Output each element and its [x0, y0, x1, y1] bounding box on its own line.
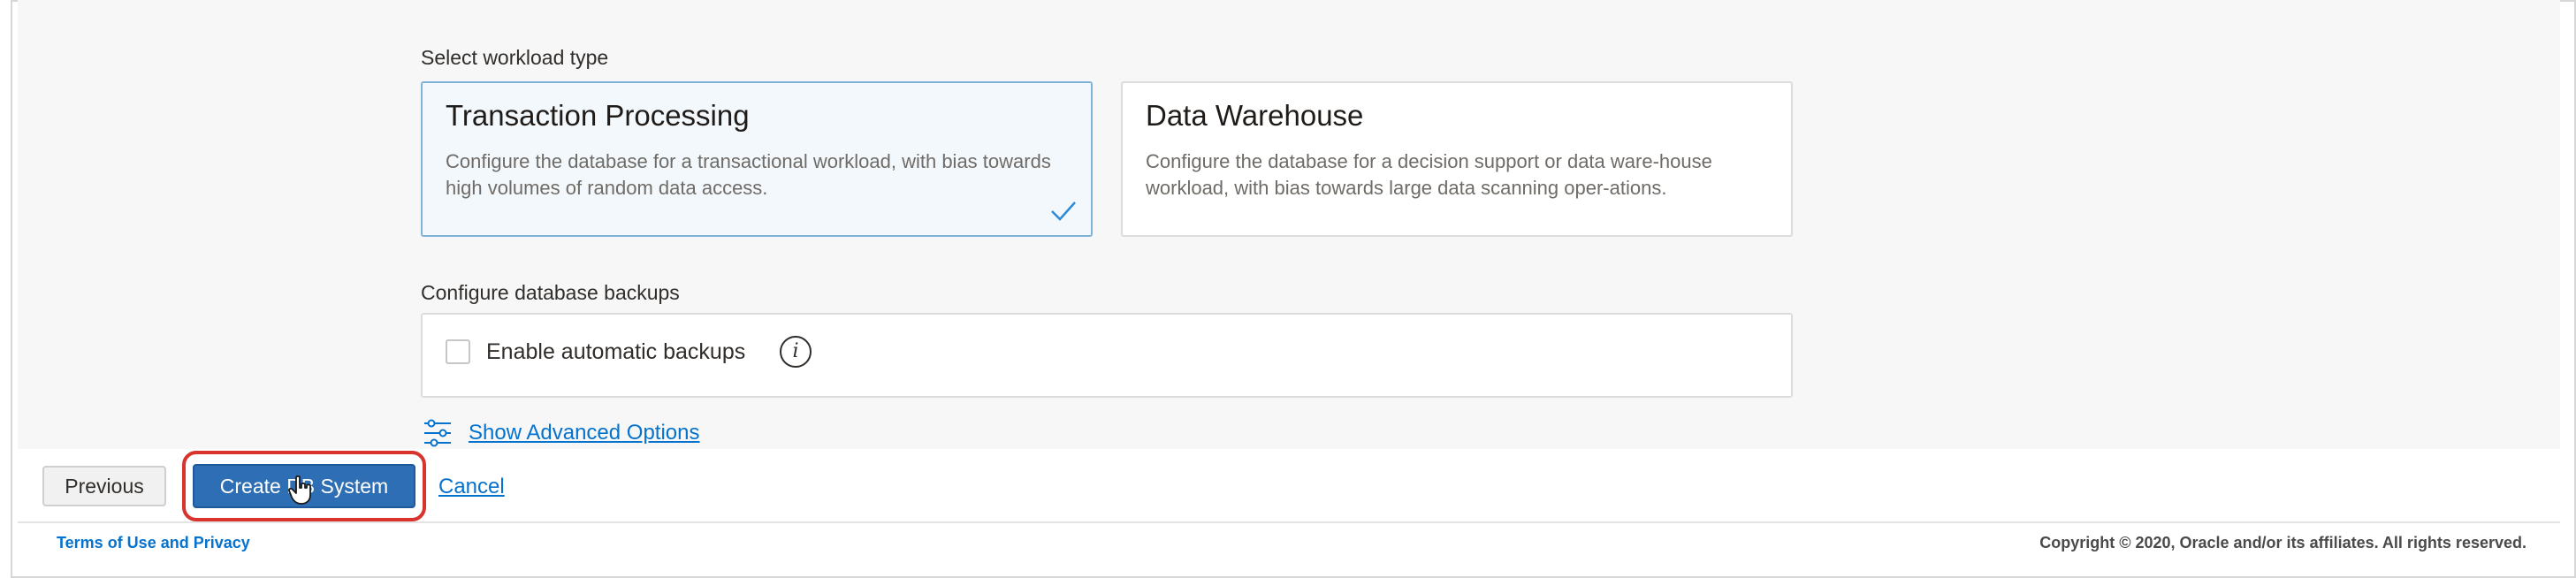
previous-button[interactable]: Previous [42, 466, 166, 506]
terms-link[interactable]: Terms of Use and Privacy [57, 534, 250, 552]
check-icon [1051, 202, 1076, 221]
card-description: Configure the database for a decision su… [1146, 150, 1712, 199]
card-title: Transaction Processing [446, 99, 750, 132]
workload-card-transaction-processing[interactable]: Transaction Processing Configure the dat… [421, 81, 1093, 237]
enable-backups-checkbox[interactable] [446, 339, 470, 364]
backups-section-label: Configure database backups [421, 281, 680, 304]
enable-backups-label[interactable]: Enable automatic backups [486, 339, 745, 365]
hand-cursor-icon [288, 475, 311, 505]
info-icon[interactable]: i [780, 336, 812, 368]
cancel-link[interactable]: Cancel [438, 475, 505, 499]
sliders-icon[interactable] [423, 418, 453, 448]
show-advanced-options-link[interactable]: Show Advanced Options [469, 421, 700, 445]
card-description: Configure the database for a transaction… [446, 150, 1051, 199]
workload-section-label: Select workload type [421, 46, 609, 69]
card-title: Data Warehouse [1146, 99, 1364, 132]
backups-box: Enable automatic backups i [421, 313, 1793, 398]
copyright-text: Copyright © 2020, Oracle and/or its affi… [2039, 534, 2526, 551]
workload-card-data-warehouse[interactable]: Data Warehouse Configure the database fo… [1121, 81, 1793, 237]
